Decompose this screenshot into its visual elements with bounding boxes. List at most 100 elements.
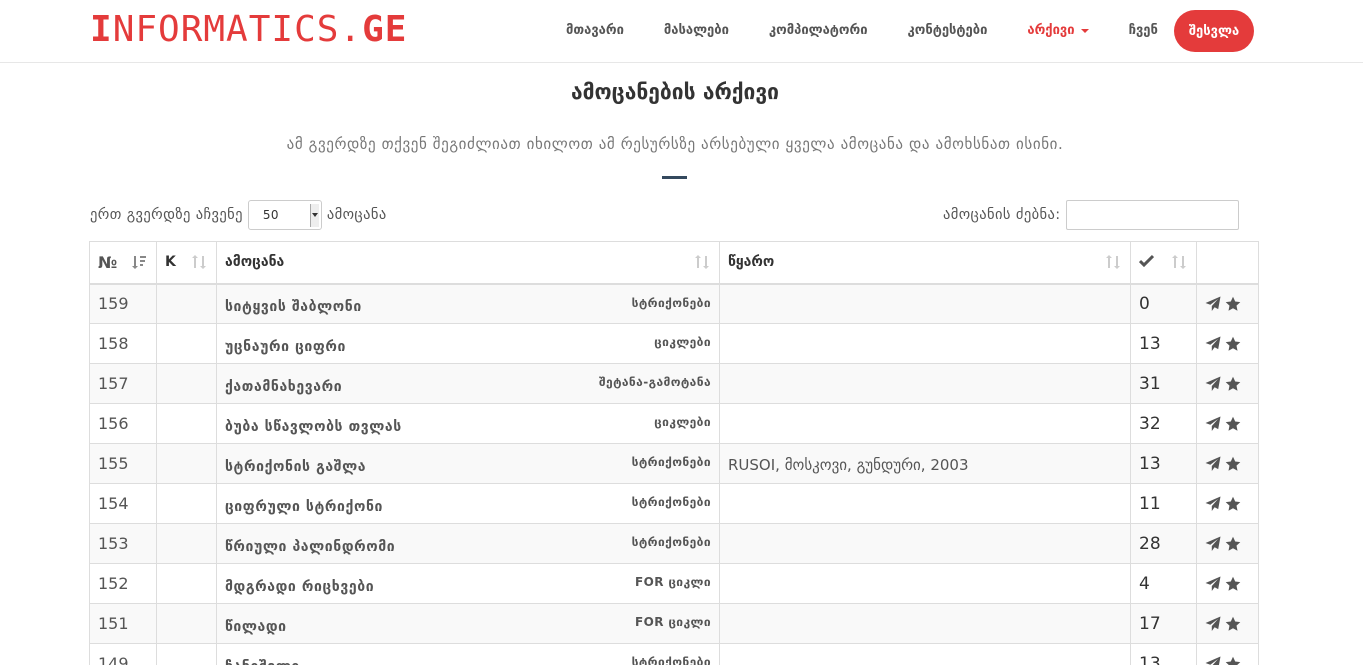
paper-plane-icon[interactable] bbox=[1205, 336, 1221, 352]
task-cell[interactable]: წრიული პალინდრომი სტრიქონები bbox=[216, 523, 720, 564]
star-icon[interactable] bbox=[1225, 416, 1241, 432]
paper-plane-icon[interactable] bbox=[1205, 576, 1221, 592]
task-cell[interactable]: უცნაური ციფრი ციკლები bbox=[216, 323, 720, 364]
star-icon[interactable] bbox=[1225, 336, 1241, 352]
task-name[interactable]: მდგრადი რიცხვები bbox=[225, 579, 374, 595]
logo-text: NFORMATICS. bbox=[112, 9, 363, 50]
star-icon[interactable] bbox=[1225, 656, 1241, 665]
task-k bbox=[156, 283, 217, 324]
nav-home[interactable]: მთავარი bbox=[546, 0, 644, 62]
task-name[interactable]: ციფრული სტრიქონი bbox=[225, 499, 383, 515]
login-button[interactable]: შესვლა bbox=[1174, 10, 1254, 52]
page-length-prefix: ერთ გვერდზე აჩვენე bbox=[90, 207, 243, 223]
nav-contests[interactable]: კონტესტები bbox=[888, 0, 1008, 62]
task-tag: ციკლები bbox=[654, 335, 711, 349]
task-name[interactable]: უცნაური ციფრი bbox=[225, 339, 346, 355]
star-icon[interactable] bbox=[1225, 616, 1241, 632]
page-length-select[interactable]: 50 bbox=[247, 200, 322, 230]
nav-archive[interactable]: არქივი bbox=[1007, 0, 1108, 62]
nav-compiler[interactable]: კომპილატორი bbox=[749, 0, 888, 62]
star-icon[interactable] bbox=[1225, 536, 1241, 552]
sort-desc-icon bbox=[131, 254, 147, 274]
task-cell[interactable]: ბუბა სწავლობს თვლას ციკლები bbox=[216, 403, 720, 444]
task-solved-count: 31 bbox=[1130, 363, 1197, 404]
task-name[interactable]: სტრიქონის გაშლა bbox=[225, 459, 366, 475]
task-cell[interactable]: სტრიქონის გაშლა სტრიქონები bbox=[216, 443, 720, 484]
task-source bbox=[719, 283, 1131, 324]
task-name[interactable]: სიტყვის შაბლონი bbox=[225, 299, 362, 315]
task-id: 158 bbox=[89, 323, 157, 364]
task-source bbox=[719, 563, 1131, 604]
table-row[interactable]: 154 ციფრული სტრიქონი სტრიქონები 11 bbox=[89, 483, 1259, 524]
table-row[interactable]: 151 წილადი FOR ციკლი 17 bbox=[89, 603, 1259, 644]
table-row[interactable]: 149 ჩანიშვლი სტრიქონები 13 bbox=[89, 643, 1259, 665]
task-name[interactable]: ბუბა სწავლობს თვლას bbox=[225, 419, 402, 435]
paper-plane-icon[interactable] bbox=[1205, 296, 1221, 312]
caret-down-icon bbox=[1080, 28, 1089, 33]
header-task-label: ამოცანა bbox=[225, 254, 285, 271]
title-divider bbox=[662, 176, 687, 179]
task-solved-count: 0 bbox=[1130, 283, 1197, 324]
header-task[interactable]: ამოცანა bbox=[216, 241, 720, 285]
paper-plane-icon[interactable] bbox=[1205, 616, 1221, 632]
task-cell[interactable]: მდგრადი რიცხვები FOR ციკლი bbox=[216, 563, 720, 604]
task-id: 159 bbox=[89, 283, 157, 324]
task-name[interactable]: წრიული პალინდრომი bbox=[225, 539, 395, 555]
task-name[interactable]: ქათამნახევარი bbox=[225, 379, 342, 395]
star-icon[interactable] bbox=[1225, 296, 1241, 312]
table-row[interactable]: 157 ქათამნახევარი შეტანა-გამოტანა 31 bbox=[89, 363, 1259, 404]
task-table: № K ამოცანა წყარო 159 სიტყვის შაბლონი სტ… bbox=[89, 241, 1259, 665]
task-cell[interactable]: ჩანიშვლი სტრიქონები bbox=[216, 643, 720, 665]
task-id: 153 bbox=[89, 523, 157, 564]
task-source bbox=[719, 643, 1131, 665]
task-k bbox=[156, 363, 217, 404]
task-k bbox=[156, 403, 217, 444]
task-cell[interactable]: წილადი FOR ციკლი bbox=[216, 603, 720, 644]
header-solved[interactable] bbox=[1130, 241, 1197, 285]
task-solved-count: 17 bbox=[1130, 603, 1197, 644]
header-k[interactable]: K bbox=[156, 241, 217, 285]
nav-materials[interactable]: მასალები bbox=[644, 0, 749, 62]
task-name[interactable]: ჩანიშვლი bbox=[225, 659, 300, 665]
star-icon[interactable] bbox=[1225, 576, 1241, 592]
header-number[interactable]: № bbox=[89, 241, 157, 285]
task-tag: FOR ციკლი bbox=[635, 575, 711, 589]
site-logo[interactable]: INFORMATICS.GE bbox=[90, 10, 407, 50]
task-cell[interactable]: ქათამნახევარი შეტანა-გამოტანა bbox=[216, 363, 720, 404]
table-row[interactable]: 152 მდგრადი რიცხვები FOR ციკლი 4 bbox=[89, 563, 1259, 604]
paper-plane-icon[interactable] bbox=[1205, 496, 1221, 512]
paper-plane-icon[interactable] bbox=[1205, 536, 1221, 552]
table-row[interactable]: 155 სტრიქონის გაშლა სტრიქონები RUSOI, მო… bbox=[89, 443, 1259, 484]
task-solved-count: 13 bbox=[1130, 643, 1197, 665]
task-cell[interactable]: სიტყვის შაბლონი სტრიქონები bbox=[216, 283, 720, 324]
page-length-control: ერთ გვერდზე აჩვენე 50 ამოცანა bbox=[90, 200, 387, 230]
task-actions bbox=[1196, 443, 1259, 484]
task-cell[interactable]: ციფრული სტრიქონი სტრიქონები bbox=[216, 483, 720, 524]
star-icon[interactable] bbox=[1225, 456, 1241, 472]
table-row[interactable]: 156 ბუბა სწავლობს თვლას ციკლები 32 bbox=[89, 403, 1259, 444]
task-name[interactable]: წილადი bbox=[225, 619, 287, 635]
table-row[interactable]: 158 უცნაური ციფრი ციკლები 13 bbox=[89, 323, 1259, 364]
task-actions bbox=[1196, 563, 1259, 604]
sort-icon bbox=[1171, 254, 1187, 274]
nav-about[interactable]: ჩვენ bbox=[1109, 0, 1178, 62]
star-icon[interactable] bbox=[1225, 376, 1241, 392]
task-search: ამოცანის ძებნა: bbox=[943, 200, 1239, 230]
page-subtitle: ამ გვერდზე თქვენ შეგიძლიათ იხილოთ ამ რეს… bbox=[286, 135, 1064, 153]
table-row[interactable]: 153 წრიული პალინდრომი სტრიქონები 28 bbox=[89, 523, 1259, 564]
task-source bbox=[719, 323, 1131, 364]
paper-plane-icon[interactable] bbox=[1205, 416, 1221, 432]
header-source[interactable]: წყარო bbox=[719, 241, 1131, 285]
task-tag: სტრიქონები bbox=[631, 495, 711, 509]
paper-plane-icon[interactable] bbox=[1205, 656, 1221, 665]
table-row[interactable]: 159 სიტყვის შაბლონი სტრიქონები 0 bbox=[89, 283, 1259, 324]
task-id: 152 bbox=[89, 563, 157, 604]
task-id: 151 bbox=[89, 603, 157, 644]
paper-plane-icon[interactable] bbox=[1205, 376, 1221, 392]
task-k bbox=[156, 483, 217, 524]
main-nav: მთავარი მასალები კომპილატორი კონტესტები … bbox=[546, 0, 1178, 62]
star-icon[interactable] bbox=[1225, 496, 1241, 512]
task-tag: სტრიქონები bbox=[631, 655, 711, 665]
paper-plane-icon[interactable] bbox=[1205, 456, 1221, 472]
search-input[interactable] bbox=[1065, 200, 1239, 230]
